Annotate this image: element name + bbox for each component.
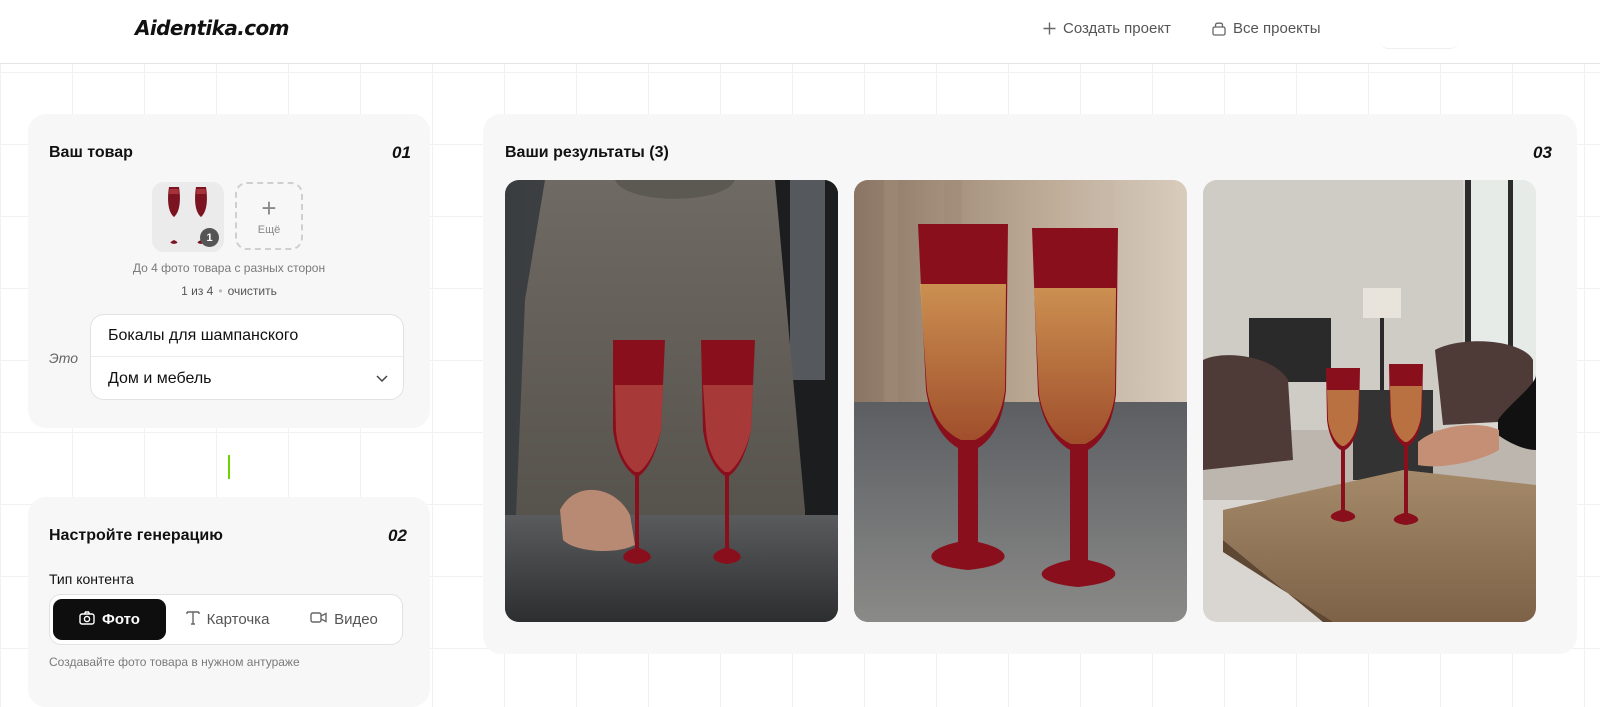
tab-photo[interactable]: Фото	[53, 599, 166, 640]
chevron-down-icon	[375, 371, 389, 390]
product-card-title: Ваш товар	[49, 144, 133, 161]
step-number-01: 01	[392, 143, 411, 162]
results-card: Ваши результаты (3) 03	[483, 114, 1577, 654]
video-icon	[310, 611, 327, 628]
result-photo-glasses-closeup-icon	[854, 180, 1187, 622]
camera-icon	[79, 610, 95, 629]
plus-icon	[1043, 22, 1056, 35]
product-thumbnail[interactable]: 1	[152, 182, 224, 252]
result-image-1[interactable]	[505, 180, 838, 622]
step-number-02: 02	[388, 526, 407, 545]
add-photo-label: Ещё	[257, 224, 281, 236]
generation-card: Настройте генерацию 02 Тип контента Фото…	[28, 497, 430, 707]
create-project-link[interactable]: Создать проект	[1043, 20, 1171, 37]
site-logo[interactable]: Aidentika.com	[135, 16, 290, 40]
top-header: Aidentika.com Создать проект Все проекты	[0, 0, 1600, 64]
result-image-2[interactable]	[854, 180, 1187, 622]
generation-card-title: Настройте генерацию	[49, 527, 223, 544]
tab-photo-label: Фото	[102, 611, 140, 628]
category-value: Дом и мебель	[108, 370, 212, 387]
folder-icon	[1212, 22, 1226, 36]
content-type-label: Тип контента	[49, 571, 134, 587]
result-photo-living-room-table-icon	[1203, 180, 1536, 622]
text-icon	[185, 610, 200, 629]
thumbnail-count-badge: 1	[200, 228, 219, 247]
photo-count: 1 из 4	[181, 284, 214, 298]
photo-count-row: 1 из 4 • очистить	[28, 284, 430, 298]
photo-hint: До 4 фото товара с разных сторон	[132, 261, 326, 275]
tab-card[interactable]: Карточка	[170, 599, 285, 640]
tab-video-label: Видео	[334, 611, 378, 628]
result-photo-man-holding-glasses-icon	[505, 180, 838, 622]
product-card: Ваш товар 01 1 + Ещё До 4 фото товара с …	[28, 114, 430, 428]
content-type-description: Создавайте фото товара в нужном антураже	[49, 655, 300, 669]
eto-label: Это	[49, 350, 79, 366]
progress-connector	[228, 455, 230, 479]
all-projects-link[interactable]: Все проекты	[1212, 20, 1321, 37]
all-projects-label: Все проекты	[1233, 20, 1321, 37]
plus-icon: +	[261, 193, 277, 223]
create-project-label: Создать проект	[1063, 20, 1171, 37]
add-photo-button[interactable]: + Ещё	[235, 182, 303, 250]
separator-dot: •	[218, 284, 223, 298]
tab-card-label: Карточка	[206, 611, 270, 628]
product-fields-box: Дом и мебель	[90, 314, 404, 400]
result-image-3[interactable]	[1203, 180, 1536, 622]
tab-video[interactable]: Видео	[288, 599, 400, 640]
step-number-03: 03	[1533, 143, 1552, 162]
clear-photos-link[interactable]: очистить	[228, 284, 277, 298]
product-name-input[interactable]	[91, 315, 403, 357]
category-select[interactable]: Дом и мебель	[91, 358, 403, 400]
content-type-tabs: Фото Карточка Видео	[49, 594, 403, 645]
results-card-title: Ваши результаты (3)	[505, 144, 669, 161]
profile-button[interactable]	[1380, 14, 1458, 49]
